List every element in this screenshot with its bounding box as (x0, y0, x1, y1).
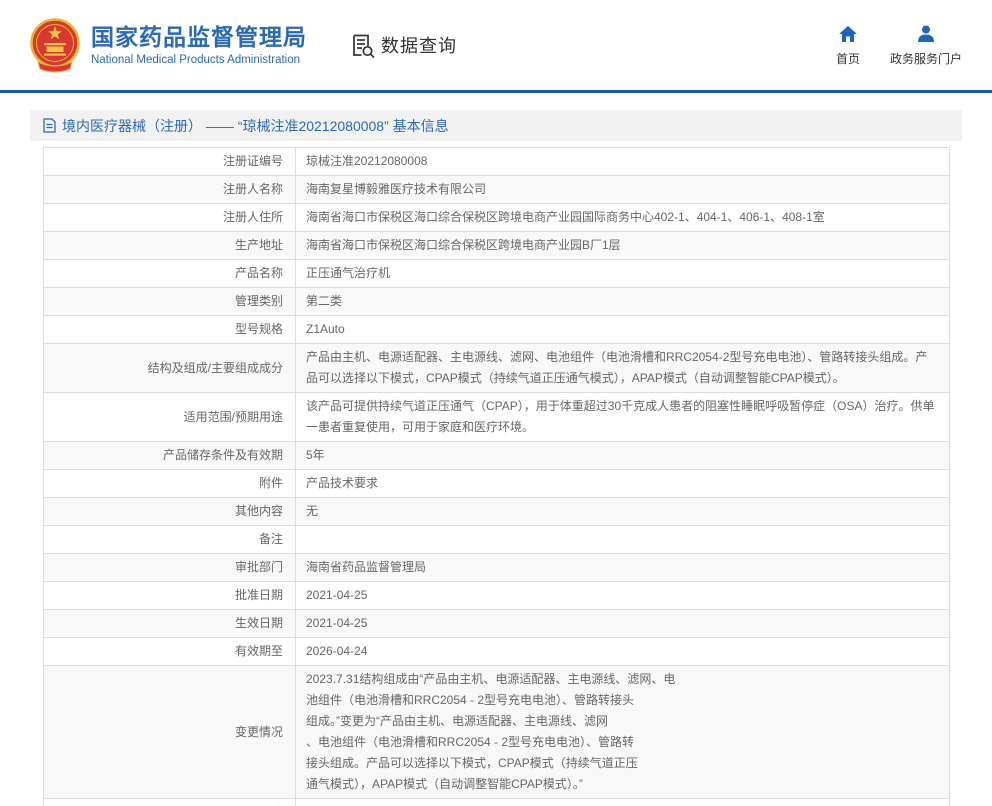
table-row: 管理类别第二类 (44, 288, 950, 316)
table-row: 附件产品技术要求 (44, 470, 950, 498)
national-emblem-logo (30, 17, 80, 73)
row-label: 注册人住所 (44, 204, 296, 232)
table-row: 有效期至2026-04-24 (44, 638, 950, 666)
table-row: 变更情况2023.7.31结构组成由“产品由主机、电源适配器、主电源线、滤网、电… (44, 666, 950, 799)
row-label: 有效期至 (44, 638, 296, 666)
row-label: 适用范围/预期用途 (44, 393, 296, 442)
row-label: 附件 (44, 470, 296, 498)
table-row: 注册人名称海南复星博毅雅医疗技术有限公司 (44, 176, 950, 204)
document-icon (43, 118, 56, 133)
brand-text: 国家药品监督管理局 National Medical Products Admi… (91, 24, 307, 67)
row-label: 产品储存条件及有效期 (44, 442, 296, 470)
row-value: 2023.7.31结构组成由“产品由主机、电源适配器、主电源线、滤网、电 池组件… (296, 666, 950, 799)
nav-portal[interactable]: 政务服务门户 (890, 24, 962, 67)
table-row-note: 注 详情 (44, 799, 950, 806)
row-label: 变更情况 (44, 666, 296, 799)
row-value: 2026-04-24 (296, 638, 950, 666)
data-query-nav[interactable]: 数据查询 (349, 32, 457, 59)
table-row: 型号规格Z1Auto (44, 316, 950, 344)
row-value: 2021-04-25 (296, 582, 950, 610)
row-value: 琼械注准20212080008 (296, 148, 950, 176)
info-table-note: 注 详情 (44, 799, 950, 806)
top-nav: 首页 政务服务门户 (836, 24, 962, 67)
row-label: 产品名称 (44, 260, 296, 288)
row-value: 产品技术要求 (296, 470, 950, 498)
table-row: 备注 (44, 526, 950, 554)
table-row: 注册证编号琼械注准20212080008 (44, 148, 950, 176)
data-query-icon (349, 32, 376, 59)
table-row: 审批部门海南省药品监督管理局 (44, 554, 950, 582)
row-label: 其他内容 (44, 498, 296, 526)
data-query-label: 数据查询 (381, 32, 457, 58)
row-label: 生效日期 (44, 610, 296, 638)
brand: 国家药品监督管理局 National Medical Products Admi… (30, 17, 307, 73)
row-value: 海南复星博毅雅医疗技术有限公司 (296, 176, 950, 204)
home-icon (838, 24, 858, 44)
page-title: 境内医疗器械（注册） —— “琼械注准20212080008” 基本信息 (62, 116, 449, 136)
table-row: 生产地址海南省海口市保税区海口综合保税区跨境电商产业园B厂1层 (44, 232, 950, 260)
org-name-en: National Medical Products Administration (91, 54, 307, 66)
row-label: 管理类别 (44, 288, 296, 316)
user-icon (916, 24, 936, 44)
row-value: 海南省海口市保税区海口综合保税区跨境电商产业园B厂1层 (296, 232, 950, 260)
row-value: 正压通气治疗机 (296, 260, 950, 288)
table-row: 适用范围/预期用途该产品可提供持续气道正压通气（CPAP），用于体重超过30千克… (44, 393, 950, 442)
note-label: 注 (257, 802, 283, 806)
row-label: 注册人名称 (44, 176, 296, 204)
info-table-rows: 注册证编号琼械注准20212080008注册人名称海南复星博毅雅医疗技术有限公司… (44, 148, 950, 799)
row-value: 第二类 (296, 288, 950, 316)
row-label: 注册证编号 (44, 148, 296, 176)
org-name-cn: 国家药品监督管理局 (91, 24, 307, 52)
nav-portal-label: 政务服务门户 (890, 50, 962, 67)
row-label: 生产地址 (44, 232, 296, 260)
row-label: 备注 (44, 526, 296, 554)
table-row: 批准日期2021-04-25 (44, 582, 950, 610)
row-value: 无 (296, 498, 950, 526)
row-value: 海南省海口市保税区海口综合保税区跨境电商产业园国际商务中心402-1、404-1… (296, 204, 950, 232)
table-row: 产品储存条件及有效期5年 (44, 442, 950, 470)
table-row: 其他内容无 (44, 498, 950, 526)
page-title-bar: 境内医疗器械（注册） —— “琼械注准20212080008” 基本信息 (30, 110, 962, 141)
row-value: 海南省药品监督管理局 (296, 554, 950, 582)
row-label: 审批部门 (44, 554, 296, 582)
row-value (296, 526, 950, 554)
table-row: 生效日期2021-04-25 (44, 610, 950, 638)
row-value: Z1Auto (296, 316, 950, 344)
row-label: 型号规格 (44, 316, 296, 344)
registration-info-table: 注册证编号琼械注准20212080008注册人名称海南复星博毅雅医疗技术有限公司… (43, 147, 950, 806)
row-label: 结构及组成/主要组成成分 (44, 344, 296, 393)
table-row: 结构及组成/主要组成成分产品由主机、电源适配器、主电源线、滤网、电池组件（电池滑… (44, 344, 950, 393)
header: 国家药品监督管理局 National Medical Products Admi… (0, 0, 992, 90)
content: 境内医疗器械（注册） —— “琼械注准20212080008” 基本信息 注册证… (0, 93, 992, 806)
row-label: 批准日期 (44, 582, 296, 610)
note-label-text: 注 (271, 802, 283, 806)
table-row: 产品名称正压通气治疗机 (44, 260, 950, 288)
row-value: 该产品可提供持续气道正压通气（CPAP），用于体重超过30千克成人患者的阻塞性睡… (296, 393, 950, 442)
row-value: 2021-04-25 (296, 610, 950, 638)
row-value: 产品由主机、电源适配器、主电源线、滤网、电池组件（电池滑槽和RRC2054-2型… (296, 344, 950, 393)
nav-home[interactable]: 首页 (836, 24, 860, 67)
nav-home-label: 首页 (836, 50, 860, 67)
table-row: 注册人住所海南省海口市保税区海口综合保税区跨境电商产业园国际商务中心402-1、… (44, 204, 950, 232)
row-value: 5年 (296, 442, 950, 470)
